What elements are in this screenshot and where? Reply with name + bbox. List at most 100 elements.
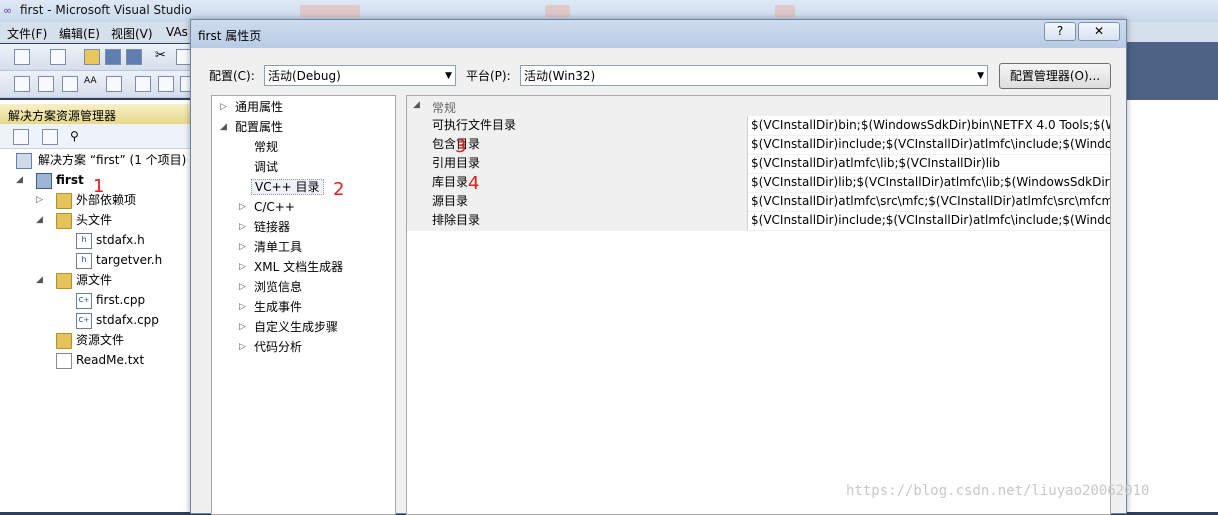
config-label: 配置(C): <box>209 69 255 83</box>
annotation-number: 2 <box>333 179 345 200</box>
property-pages-dialog: first 属性页 ? ✕ 配置(C): 活动(Debug) ▼ 平台(P): … <box>190 19 1127 515</box>
solution-explorer-toolbar: ⚲ <box>0 124 190 149</box>
vs-window-title: first - Microsoft Visual Studio <box>20 3 192 17</box>
collapsed-arrow-icon[interactable]: ▷ <box>239 277 246 297</box>
folder-icon <box>56 193 72 209</box>
grid-row-executable-dirs[interactable]: 可执行文件目录 $(VCInstallDir)bin;$(WindowsSdkD… <box>407 116 1110 136</box>
grid-category-row[interactable]: ◢ 常规 <box>407 96 1110 116</box>
collapsed-arrow-icon[interactable]: ▷ <box>239 257 246 277</box>
nav-debugging[interactable]: 调试 <box>254 157 278 177</box>
tree-item-label: first <box>56 173 84 187</box>
properties-icon[interactable] <box>13 129 29 145</box>
close-button[interactable]: ✕ <box>1078 22 1120 41</box>
grid-row-exclude-dirs[interactable]: 排除目录 $(VCInstallDir)include;$(VCInstallD… <box>407 211 1110 231</box>
nav-general[interactable]: 常规 <box>254 137 278 157</box>
grid-row-library-dirs[interactable]: 库目录 $(VCInstallDir)lib;$(VCInstallDir)at… <box>407 173 1110 193</box>
folder-icon <box>56 213 72 229</box>
add-item-icon[interactable] <box>50 49 66 65</box>
help-button[interactable]: ? <box>1044 22 1076 41</box>
nav-label: 常规 <box>254 140 279 154</box>
grid-row-source-dirs[interactable]: 源目录 $(VCInstallDir)atlmfc\src\mfc;$(VCIn… <box>407 192 1110 212</box>
font-size-icon[interactable]: AA <box>84 76 98 90</box>
annotation-number: 3 <box>455 136 467 157</box>
collapsed-arrow-icon[interactable]: ▷ <box>220 97 227 117</box>
new-project-icon[interactable] <box>14 49 30 65</box>
toolbar-tool-icon[interactable] <box>62 76 78 92</box>
chevron-down-icon: ▼ <box>977 71 984 81</box>
property-value[interactable]: $(VCInstallDir)include;$(VCInstallDir)at… <box>747 135 1110 154</box>
nav-label: 生成事件 <box>254 300 303 314</box>
outdent-icon[interactable] <box>135 76 151 92</box>
platform-value: 活动(Win32) <box>524 69 596 83</box>
menu-edit[interactable]: 编辑(E) <box>59 25 100 42</box>
platform-label: 平台(P): <box>466 69 511 83</box>
tree-item-label: 源文件 <box>76 273 113 287</box>
collapsed-arrow-icon[interactable]: ▷ <box>239 337 246 357</box>
menu-view[interactable]: 视图(V) <box>111 25 153 42</box>
indent-icon[interactable] <box>158 76 174 92</box>
cut-icon[interactable]: ✂ <box>155 49 169 63</box>
toolbar-tool-icon[interactable] <box>14 76 30 92</box>
collapsed-arrow-icon[interactable]: ▷ <box>36 190 43 210</box>
grid-row-include-dirs[interactable]: 包含目录 $(VCInstallDir)include;$(VCInstallD… <box>407 135 1110 155</box>
property-value[interactable]: $(VCInstallDir)include;$(VCInstallDir)at… <box>747 211 1110 230</box>
collapsed-arrow-icon[interactable]: ▷ <box>239 297 246 317</box>
grid-category-label: 常规 <box>432 101 457 115</box>
nav-label: 调试 <box>254 160 279 174</box>
property-value[interactable]: $(VCInstallDir)atlmfc\lib;$(VCInstallDir… <box>747 154 1110 173</box>
collapsed-arrow-icon[interactable]: ▷ <box>239 217 246 237</box>
property-value[interactable]: $(VCInstallDir)atlmfc\src\mfc;$(VCInstal… <box>747 192 1110 211</box>
tree-item-label: 头文件 <box>76 213 113 227</box>
solution-explorer-title: 解决方案资源管理器 <box>8 109 117 123</box>
tree-item-label: first.cpp <box>96 293 146 307</box>
tree-item-label: stdafx.cpp <box>96 313 159 327</box>
property-value[interactable]: $(VCInstallDir)bin;$(WindowsSdkDir)bin\N… <box>747 116 1110 135</box>
collapsed-arrow-icon[interactable]: ▷ <box>239 197 246 217</box>
expanded-arrow-icon[interactable]: ◢ <box>36 270 43 290</box>
save-icon[interactable] <box>105 49 121 65</box>
nav-label: 代码分析 <box>254 340 303 354</box>
nav-label: 自定义生成步骤 <box>254 320 339 334</box>
toolbar-tool-icon[interactable] <box>106 76 122 92</box>
collapsed-arrow-icon[interactable]: ▷ <box>239 237 246 257</box>
project-icon <box>36 173 52 189</box>
chevron-down-icon: ▼ <box>445 71 452 81</box>
nav-label: 链接器 <box>254 220 291 234</box>
vs-text-editor-toolbar: AA <box>0 71 196 98</box>
dialog-title-bar: first 属性页 ? ✕ <box>191 20 1126 48</box>
show-all-files-icon[interactable] <box>42 129 58 145</box>
nav-label: 配置属性 <box>235 120 284 134</box>
background-window-area <box>1125 100 1218 512</box>
solution-icon <box>16 153 32 169</box>
nav-label: 浏览信息 <box>254 280 303 294</box>
open-folder-icon[interactable] <box>84 49 100 65</box>
expanded-arrow-icon[interactable]: ◢ <box>36 210 43 230</box>
config-manager-button[interactable]: 配置管理器(O)... <box>999 63 1111 89</box>
property-name: 源目录 <box>407 192 747 211</box>
tree-item-label: ReadMe.txt <box>76 353 145 367</box>
grid-row-reference-dirs[interactable]: 引用目录 $(VCInstallDir)atlmfc\lib;$(VCInsta… <box>407 154 1110 174</box>
nav-label: 通用属性 <box>235 100 284 114</box>
nav-vc-directories[interactable]: VC++ 目录 <box>251 177 324 197</box>
header-file-icon: h <box>76 233 92 249</box>
save-all-icon[interactable] <box>126 49 142 65</box>
expanded-arrow-icon[interactable]: ◢ <box>16 170 23 190</box>
toolbar-tool-icon[interactable] <box>38 76 54 92</box>
property-value[interactable]: $(VCInstallDir)lib;$(VCInstallDir)atlmfc… <box>747 173 1110 192</box>
watermark: https://blog.csdn.net/liuyao20062010 <box>846 483 1150 499</box>
menu-vassist[interactable]: VAs <box>166 25 188 39</box>
background-taskbar-ghost <box>300 5 360 17</box>
annotation-number: 1 <box>93 176 105 197</box>
background-window-area <box>1125 42 1218 100</box>
class-view-icon[interactable]: ⚲ <box>70 129 84 143</box>
expanded-arrow-icon[interactable]: ◢ <box>220 117 227 137</box>
tree-item-label: 外部依赖项 <box>76 193 137 207</box>
config-dropdown[interactable]: 活动(Debug) ▼ <box>264 65 456 86</box>
collapsed-arrow-icon[interactable]: ▷ <box>239 317 246 337</box>
menu-file[interactable]: 文件(F) <box>7 25 47 42</box>
platform-dropdown[interactable]: 活动(Win32) ▼ <box>520 65 988 86</box>
property-name: 排除目录 <box>407 211 747 230</box>
tree-item-label: 解决方案 “first” (1 个项目) <box>38 153 187 167</box>
nav-label: 清单工具 <box>254 240 303 254</box>
expanded-arrow-icon[interactable]: ◢ <box>413 100 420 110</box>
